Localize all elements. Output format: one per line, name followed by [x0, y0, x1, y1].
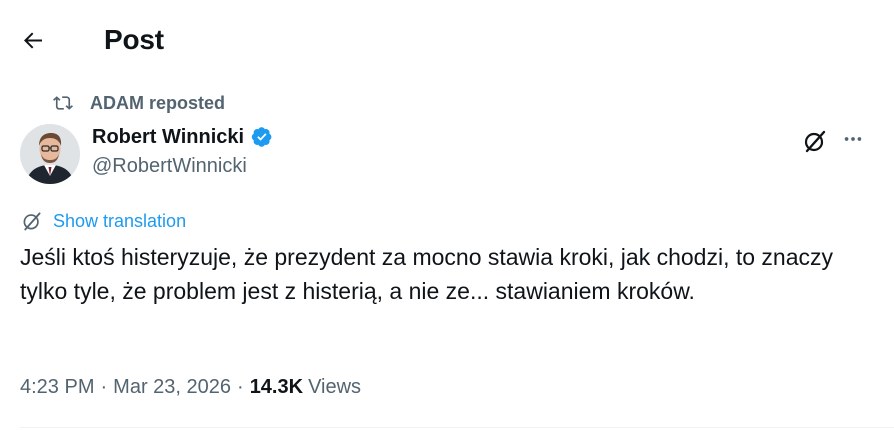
avatar[interactable] — [20, 124, 80, 184]
verified-badge-icon — [250, 125, 274, 149]
tweet-date[interactable]: Mar 23, 2026 — [113, 376, 231, 399]
arrow-left-icon — [24, 32, 42, 49]
show-translation-label: Show translation — [53, 210, 187, 231]
repost-label: ADAM reposted — [90, 92, 226, 113]
repost-icon — [52, 92, 80, 114]
author-handle[interactable]: @RobertWinnicki — [92, 153, 247, 179]
page-title: Post — [104, 24, 164, 55]
author-name: Robert Winnicki — [92, 126, 245, 148]
more-options-button[interactable] — [838, 124, 868, 154]
grok-button[interactable] — [800, 126, 830, 156]
tweet-time[interactable]: 4:23 PM — [20, 376, 94, 399]
divider — [20, 427, 894, 428]
page-header: Post — [0, 0, 894, 80]
back-button[interactable] — [14, 20, 54, 60]
more-horizontal-icon — [844, 137, 862, 141]
views-count: 14.3K — [249, 375, 304, 398]
tweet-text: Jeśli ktoś histeryzuje, że prezydent za … — [20, 244, 834, 304]
translate-icon — [20, 209, 44, 233]
meta-separator: · — [237, 375, 244, 398]
views-label: Views — [308, 375, 362, 398]
show-translation-link[interactable]: Show translation — [20, 208, 186, 234]
tweet-meta: 4:23 PM · Mar 23, 2026 · 14.3K Views — [20, 373, 361, 401]
grok-icon — [804, 130, 826, 153]
meta-separator: · — [100, 375, 108, 398]
author-name-link[interactable]: Robert Winnicki — [92, 124, 274, 150]
repost-indicator[interactable]: ADAM reposted — [52, 92, 225, 114]
